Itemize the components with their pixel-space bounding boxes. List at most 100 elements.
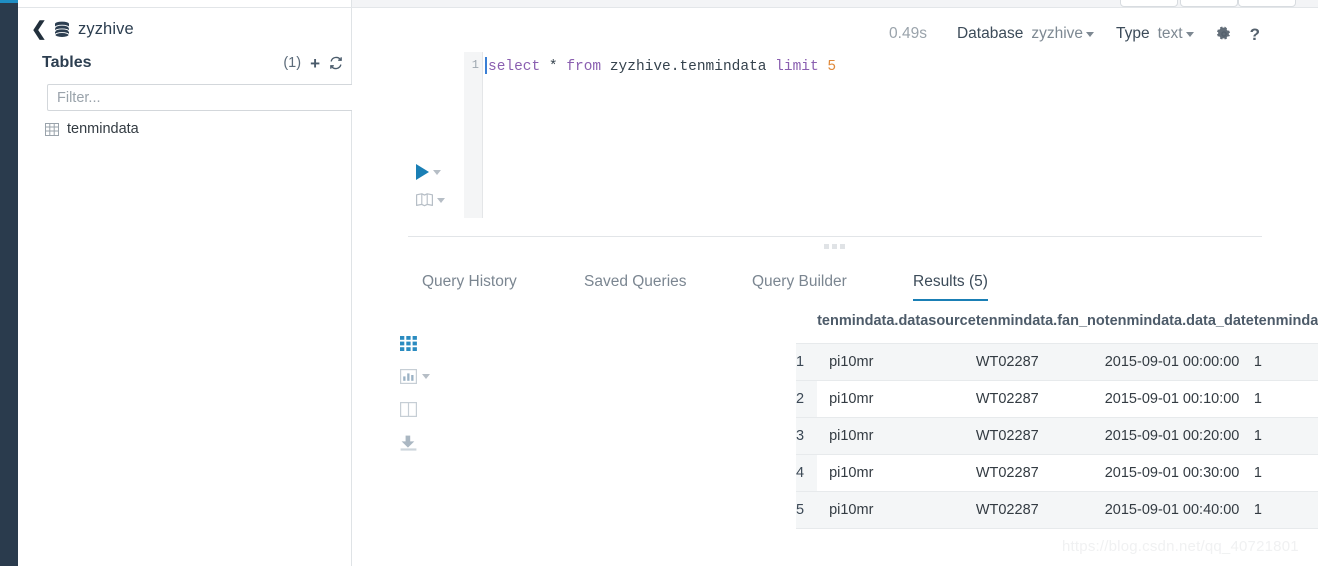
refresh-icon[interactable]	[329, 56, 343, 70]
result-view-tools	[400, 336, 440, 469]
top-button-strip	[352, 0, 1318, 8]
line-number-gutter	[464, 52, 482, 218]
table-row[interactable]: 5 pi10mr WT02287 2015-09-01 00:40:00 1	[796, 491, 1318, 529]
cell-fan-status: 1	[1253, 343, 1318, 381]
header-datasource[interactable]: tenmindata.datasource	[817, 313, 976, 344]
sql-token-table: zyzhive.tenmindata	[601, 59, 776, 75]
header-fan-no[interactable]: tenmindata.fan_no	[976, 313, 1105, 344]
gear-icon[interactable]	[1216, 26, 1232, 42]
download-control[interactable]	[400, 435, 440, 451]
run-chevron-down-icon[interactable]	[433, 169, 441, 175]
tab-label: Query History	[422, 273, 517, 290]
sql-token-number: 5	[827, 59, 837, 75]
pane-splitter[interactable]	[408, 236, 1262, 237]
header-data-date[interactable]: tenmindata.data_date	[1105, 313, 1254, 344]
grip-dot	[824, 244, 829, 249]
help-icon[interactable]: ?	[1250, 26, 1260, 43]
row-index: 5	[796, 491, 818, 529]
cell-fan-status: 1	[1253, 454, 1318, 492]
chart-view-icon[interactable]	[400, 369, 417, 384]
watermark: https://blog.csdn.net/qq_40721801	[1062, 538, 1299, 555]
cell-datasource: pi10mr	[817, 343, 976, 381]
row-index: 2	[796, 380, 818, 418]
book-icon[interactable]	[416, 193, 433, 207]
results-table: tenmindata.datasource tenmindata.fan_no …	[796, 313, 1318, 529]
query-toolbar: 0.49s Database zyzhive Type text ?	[889, 25, 1260, 43]
table-row[interactable]: 4 pi10mr WT02287 2015-09-01 00:30:00 1	[796, 454, 1318, 492]
add-table-icon[interactable]: +	[310, 55, 320, 72]
sidebar-top-divider	[18, 7, 352, 8]
back-chevron-icon[interactable]: ❮	[31, 20, 47, 39]
cell-datasource: pi10mr	[817, 491, 976, 529]
elapsed-time: 0.49s	[889, 25, 927, 42]
results-table-head: tenmindata.datasource tenmindata.fan_no …	[796, 313, 1318, 344]
database-icon	[54, 21, 70, 38]
database-selector-value[interactable]: zyzhive	[1031, 25, 1083, 43]
header-fan-status[interactable]: tenmindata.fan_status	[1254, 313, 1318, 344]
tab-active-underline	[913, 298, 988, 301]
cell-datasource: pi10mr	[817, 380, 976, 418]
sql-query-text[interactable]: select * from zyzhive.tenmindata limit 5	[488, 57, 836, 77]
top-button-1[interactable]	[1120, 0, 1178, 7]
tables-section-header: Tables (1) +	[42, 54, 352, 72]
explain-chevron-down-icon[interactable]	[437, 197, 445, 203]
sql-token-star: *	[540, 59, 567, 75]
columns-view-icon[interactable]	[400, 402, 417, 417]
sql-editor: 1 select * from zyzhive.tenmindata limit…	[408, 52, 1318, 218]
tab-results[interactable]: Results (5)	[913, 273, 988, 301]
database-name[interactable]: zyzhive	[78, 20, 134, 39]
explain-query-control[interactable]	[416, 186, 462, 214]
table-row[interactable]: 3 pi10mr WT02287 2015-09-01 00:20:00 1	[796, 417, 1318, 455]
table-filter-input[interactable]	[47, 84, 362, 111]
rail-accent-bar	[0, 0, 18, 3]
table-grid-icon	[45, 122, 59, 136]
grid-view-icon[interactable]	[400, 336, 417, 351]
editor-action-icons	[416, 158, 462, 214]
type-selector-value[interactable]: text	[1158, 25, 1183, 43]
chart-chevron-down-icon[interactable]	[422, 374, 430, 379]
type-chevron-down-icon[interactable]	[1185, 31, 1194, 37]
cell-datasource: pi10mr	[817, 454, 976, 492]
run-query-control[interactable]	[416, 158, 462, 186]
tab-label: Results (5)	[913, 273, 988, 290]
top-button-2[interactable]	[1180, 0, 1238, 7]
type-selector-label: Type	[1116, 25, 1150, 42]
tab-query-history[interactable]: Query History	[422, 273, 517, 291]
cell-fan-no: WT02287	[975, 343, 1105, 381]
cell-fan-no: WT02287	[975, 417, 1105, 455]
cell-data-date: 2015-09-01 00:30:00	[1104, 454, 1254, 492]
database-chevron-down-icon[interactable]	[1086, 31, 1095, 37]
cell-data-date: 2015-09-01 00:10:00	[1104, 380, 1254, 418]
top-button-3[interactable]	[1238, 0, 1296, 7]
tables-label: Tables	[42, 54, 92, 71]
cell-data-date: 2015-09-01 00:20:00	[1104, 417, 1254, 455]
tab-saved-queries[interactable]: Saved Queries	[584, 273, 687, 291]
grip-dot	[840, 244, 845, 249]
cell-fan-no: WT02287	[975, 380, 1105, 418]
main-pane: 0.49s Database zyzhive Type text ? 1 sel…	[352, 8, 1318, 566]
chart-view-control[interactable]	[400, 369, 440, 384]
row-index: 4	[796, 454, 818, 492]
sql-token-from: from	[566, 59, 602, 75]
grid-view-control[interactable]	[400, 336, 440, 351]
grip-dot	[832, 244, 837, 249]
columns-view-control[interactable]	[400, 402, 440, 417]
play-icon[interactable]	[416, 164, 429, 180]
cell-fan-status: 1	[1253, 417, 1318, 455]
table-row[interactable]: 1 pi10mr WT02287 2015-09-01 00:00:00 1	[796, 343, 1318, 381]
code-area[interactable]: 1 select * from zyzhive.tenmindata limit…	[464, 52, 1318, 218]
gutter-divider	[482, 52, 483, 218]
splitter-grip[interactable]	[824, 244, 845, 249]
sidebar-table-item-tenmindata[interactable]: tenmindata	[45, 121, 139, 137]
row-index: 3	[796, 417, 818, 455]
sql-token-keyword: select	[488, 59, 541, 75]
row-index: 1	[796, 343, 818, 381]
database-selector-label: Database	[956, 25, 1024, 42]
application-window: ❮ zyzhive Tables (1) + Filter... tenmind…	[0, 0, 1318, 566]
tables-count: (1)	[283, 55, 302, 71]
tab-query-builder[interactable]: Query Builder	[752, 273, 847, 291]
tab-label: Saved Queries	[584, 273, 687, 290]
download-icon[interactable]	[400, 435, 417, 451]
database-header: ❮ zyzhive	[31, 20, 134, 39]
table-row[interactable]: 2 pi10mr WT02287 2015-09-01 00:10:00 1	[796, 380, 1318, 418]
